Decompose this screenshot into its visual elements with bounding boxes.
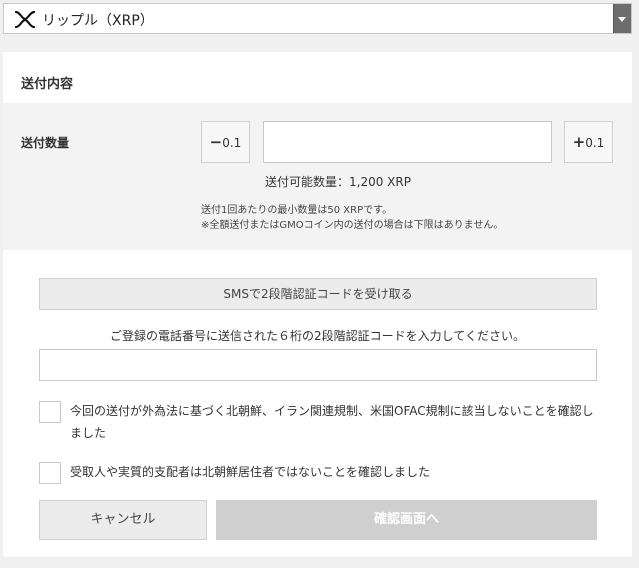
sms-instruction: ご登録の電話番号に送信された６桁の2段階認証コードを入力してください。 <box>110 329 525 343</box>
chevron-down-icon[interactable] <box>613 4 631 33</box>
xrp-icon <box>15 11 35 28</box>
send-form-card: 送付内容 送付数量 −0.1 +0.1 送付可能数量：1,200 XRP 送付1… <box>3 52 632 557</box>
confirm-recipient-checkbox[interactable] <box>39 462 61 484</box>
cancel-button[interactable]: キャンセル <box>39 500 207 540</box>
minus-icon: − <box>209 133 223 151</box>
increment-button[interactable]: +0.1 <box>564 121 613 163</box>
no-limit-note: ※全額送付またはGMOコイン内の送付の場合は下限はありません。 <box>201 220 504 231</box>
decrement-step: 0.1 <box>222 136 242 150</box>
confirm-regulation-checkbox[interactable] <box>39 401 61 423</box>
confirm-button[interactable]: 確認画面へ <box>216 500 597 540</box>
confirm-recipient-label[interactable]: 受取人や実質的支配者は北朝鮮居住者ではないことを確認しました <box>70 461 430 483</box>
currency-select[interactable]: リップル（XRP） <box>3 3 632 34</box>
verification-code-input[interactable] <box>39 349 597 381</box>
increment-step: 0.1 <box>585 136 605 150</box>
currency-label: リップル（XRP） <box>42 13 154 29</box>
available-amount: 送付可能数量：1,200 XRP <box>265 175 411 189</box>
amount-label: 送付数量 <box>21 136 70 150</box>
plus-icon: + <box>572 133 586 151</box>
min-amount-note: 送付1回あたりの最小数量は50 XRPです。 <box>201 205 393 216</box>
amount-input[interactable] <box>263 121 552 163</box>
section-title: 送付内容 <box>21 77 74 92</box>
decrement-button[interactable]: −0.1 <box>201 121 250 163</box>
amount-panel: 送付数量 −0.1 +0.1 送付可能数量：1,200 XRP 送付1回あたりの… <box>3 103 632 250</box>
confirm-regulation-label[interactable]: 今回の送付が外為法に基づく北朝鮮、イラン関連規制、米国OFAC規制に該当しないこ… <box>70 400 600 444</box>
sms-code-button[interactable]: SMSで2段階認証コードを受け取る <box>39 278 597 310</box>
